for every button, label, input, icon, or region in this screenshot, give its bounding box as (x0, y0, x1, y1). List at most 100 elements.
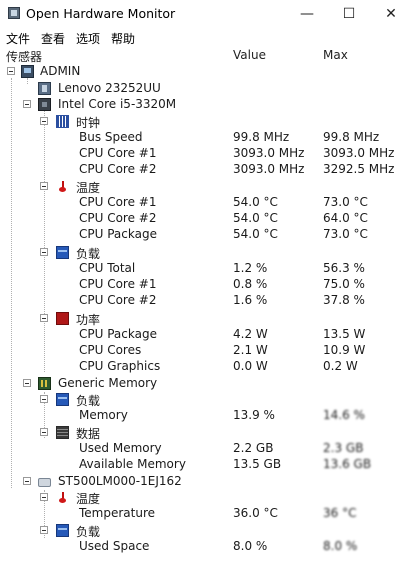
sensor-value: 0.0 W (233, 359, 268, 373)
tree-group-hdd-load[interactable]: 负载 (0, 523, 412, 539)
title-bar: Open Hardware Monitor — ☐ ✕ (0, 0, 412, 28)
collapse-icon[interactable] (40, 314, 48, 322)
column-value[interactable]: Value (233, 48, 266, 62)
sensor-row[interactable]: Bus Speed 99.8 MHz 99.8 MHz (0, 130, 412, 146)
window-title: Open Hardware Monitor (26, 6, 176, 21)
sensor-max: 8.0 % (323, 539, 358, 553)
sensor-max: 36 °C (323, 506, 357, 520)
sensor-value: 54.0 °C (233, 227, 278, 241)
collapse-icon[interactable] (40, 526, 48, 534)
sensor-row[interactable]: CPU Core #1 0.8 % 75.0 % (0, 277, 412, 293)
group-label: 负载 (76, 525, 101, 539)
sensor-row[interactable]: CPU Core #2 3093.0 MHz 3292.5 MHz (0, 162, 412, 178)
load-icon (56, 524, 69, 537)
tree-group-temps[interactable]: 温度 (0, 179, 412, 195)
sensor-value: 13.9 % (233, 408, 275, 422)
thermometer-icon (56, 180, 69, 193)
tree-group-hdd-temps[interactable]: 温度 (0, 490, 412, 506)
column-max[interactable]: Max (323, 48, 348, 62)
sensor-row[interactable]: CPU Core #2 1.6 % 37.8 % (0, 293, 412, 309)
sensor-row[interactable]: Temperature 36.0 °C 36 °C (0, 506, 412, 522)
collapse-icon[interactable] (23, 100, 31, 108)
data-icon (56, 426, 69, 439)
computer-icon (21, 65, 34, 78)
collapse-icon[interactable] (40, 428, 48, 436)
minimize-button[interactable]: — (292, 2, 322, 26)
load-icon (56, 393, 69, 406)
sensor-value: 99.8 MHz (233, 130, 290, 144)
sensor-value: 2.2 GB (233, 441, 274, 455)
node-label: ADMIN (40, 64, 81, 78)
thermometer-icon (56, 491, 69, 504)
collapse-icon[interactable] (40, 117, 48, 125)
sensor-row[interactable]: Memory 13.9 % 14.6 % (0, 408, 412, 424)
tree-node-mainboard[interactable]: Lenovo 23252UU (0, 81, 412, 97)
sensor-value: 36.0 °C (233, 506, 278, 520)
sensor-row[interactable]: Used Space 8.0 % 8.0 % (0, 539, 412, 555)
tree-node-hdd[interactable]: ST500LM000-1EJ162 (0, 474, 412, 490)
collapse-icon[interactable] (23, 477, 31, 485)
sensor-name: CPU Core #1 (79, 146, 157, 160)
sensor-row[interactable]: CPU Core #1 3093.0 MHz 3093.0 MHz (0, 146, 412, 162)
sensor-name: Temperature (79, 506, 156, 520)
sensor-name: Used Space (79, 539, 150, 553)
tree-node-computer[interactable]: ADMIN (0, 64, 412, 80)
tree-node-memory[interactable]: Generic Memory (0, 376, 412, 392)
sensor-max: 73.0 °C (323, 227, 368, 241)
tree-group-load[interactable]: 负载 (0, 245, 412, 261)
group-label: 负载 (76, 394, 101, 408)
sensor-name: CPU Core #1 (79, 195, 157, 209)
menu-view[interactable]: 查看 (41, 30, 65, 47)
sensor-row[interactable]: CPU Core #1 54.0 °C 73.0 °C (0, 195, 412, 211)
column-header: 传感器 Value Max (0, 47, 412, 65)
tree-group-memory-data[interactable]: 数据 (0, 425, 412, 441)
group-label: 温度 (76, 492, 101, 506)
sensor-value: 54.0 °C (233, 211, 278, 225)
sensor-row[interactable]: CPU Package 4.2 W 13.5 W (0, 327, 412, 343)
sensor-name: CPU Total (79, 261, 136, 275)
clock-icon (56, 115, 69, 128)
close-button[interactable]: ✕ (376, 2, 406, 26)
sensor-name: CPU Cores (79, 343, 142, 357)
sensor-value: 1.2 % (233, 261, 268, 275)
collapse-icon[interactable] (7, 67, 15, 75)
sensor-name: CPU Core #2 (79, 293, 157, 307)
menu-help[interactable]: 帮助 (111, 30, 135, 47)
maximize-button[interactable]: ☐ (334, 2, 364, 26)
node-label: Generic Memory (58, 376, 158, 390)
column-sensor[interactable]: 传感器 (6, 48, 42, 65)
sensor-row[interactable]: CPU Core #2 54.0 °C 64.0 °C (0, 211, 412, 227)
group-label: 功率 (76, 313, 101, 327)
tree-group-power[interactable]: 功率 (0, 311, 412, 327)
collapse-icon[interactable] (40, 182, 48, 190)
sensor-max: 2.3 GB (323, 441, 364, 455)
sensor-value: 54.0 °C (233, 195, 278, 209)
sensor-row[interactable]: CPU Graphics 0.0 W 0.2 W (0, 359, 412, 375)
sensor-row[interactable]: Available Memory 13.5 GB 13.6 GB (0, 457, 412, 473)
cpu-icon (38, 98, 51, 111)
collapse-icon[interactable] (40, 493, 48, 501)
sensor-max: 37.8 % (323, 293, 365, 307)
tree-group-memory-load[interactable]: 负载 (0, 392, 412, 408)
node-label: Lenovo 23252UU (58, 81, 161, 95)
sensor-row[interactable]: Used Memory 2.2 GB 2.3 GB (0, 441, 412, 457)
sensor-max: 64.0 °C (323, 211, 368, 225)
sensor-max: 73.0 °C (323, 195, 368, 209)
collapse-icon[interactable] (23, 379, 31, 387)
sensor-name: CPU Graphics (79, 359, 161, 373)
sensor-max: 13.5 W (323, 327, 366, 341)
sensor-row[interactable]: CPU Total 1.2 % 56.3 % (0, 261, 412, 277)
menu-file[interactable]: 文件 (6, 30, 30, 47)
sensor-row[interactable]: CPU Package 54.0 °C 73.0 °C (0, 227, 412, 243)
tree-group-clocks[interactable]: 时钟 (0, 114, 412, 130)
sensor-name: Used Memory (79, 441, 162, 455)
collapse-icon[interactable] (40, 395, 48, 403)
mainboard-icon (38, 82, 51, 95)
menu-options[interactable]: 选项 (76, 30, 100, 47)
tree-node-cpu[interactable]: Intel Core i5-3320M (0, 97, 412, 113)
sensor-max: 75.0 % (323, 277, 365, 291)
collapse-icon[interactable] (40, 248, 48, 256)
sensor-row[interactable]: CPU Cores 2.1 W 10.9 W (0, 343, 412, 359)
load-icon (56, 246, 69, 259)
sensor-name: CPU Core #1 (79, 277, 157, 291)
